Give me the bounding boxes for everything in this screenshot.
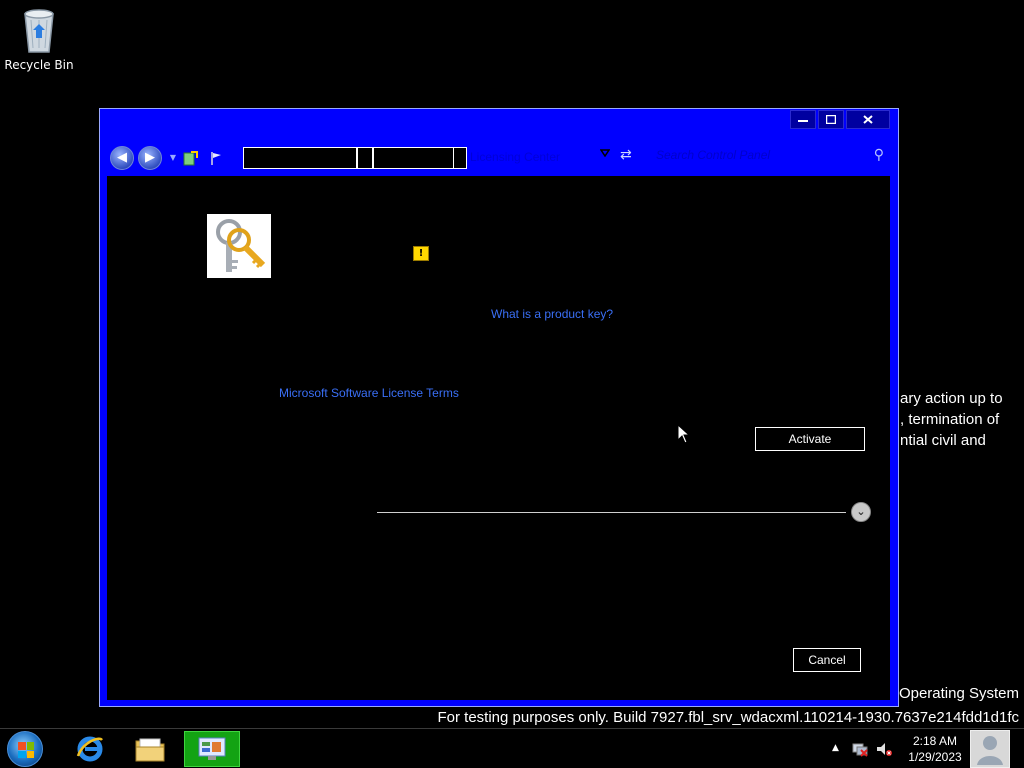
cancel-button[interactable]: Cancel (793, 648, 861, 672)
system-clock[interactable]: 2:18 AM 1/29/2023 (906, 733, 964, 765)
show-desktop-user-icon[interactable] (970, 730, 1010, 768)
taskbar-file-explorer[interactable] (122, 731, 178, 767)
background-legal-text: ary action up to , termination of ntial … (900, 388, 1024, 451)
close-button[interactable] (846, 110, 890, 129)
clock-date: 1/29/2023 (908, 750, 962, 764)
warning-icon: ! (413, 246, 429, 261)
navigation-bar: ◀ ▶ ▼ Licensing Center ⇄ Search Control … (110, 144, 890, 170)
activate-button[interactable]: Activate (755, 427, 865, 451)
forward-button[interactable]: ▶ (138, 146, 162, 170)
search-placeholder: Search Control Panel (656, 148, 771, 162)
legal-line: ntial civil and (900, 432, 986, 449)
control-panel-icon (198, 737, 226, 760)
minimize-button[interactable] (790, 110, 816, 129)
breadcrumb-segment[interactable] (243, 147, 357, 169)
recycle-bin-icon (19, 6, 59, 54)
maximize-button[interactable] (818, 110, 844, 129)
product-keys-icon (207, 214, 271, 278)
clock-time: 2:18 AM (912, 734, 958, 748)
watermark-build-text: For testing purposes only. Build 7927.fb… (437, 709, 1020, 726)
breadcrumb-separator[interactable] (357, 147, 373, 169)
section-divider (377, 512, 846, 513)
search-box[interactable]: Search Control Panel ⚲ (646, 145, 886, 167)
recycle-bin-label: Recycle Bin (4, 58, 74, 72)
taskbar: ▲ 2:18 AM 1/29/2023 (0, 728, 1024, 768)
breadcrumb-segment[interactable] (373, 147, 455, 169)
recycle-bin-shortcut[interactable]: Recycle Bin (4, 6, 74, 72)
license-terms-link[interactable]: Microsoft Software License Terms (279, 386, 459, 400)
windows-logo-icon (7, 731, 43, 767)
product-key-link[interactable]: What is a product key? (491, 307, 613, 321)
licensing-window: ◀ ▶ ▼ Licensing Center ⇄ Search Control … (99, 108, 899, 707)
recent-pages-dropdown[interactable]: ▼ (165, 150, 181, 166)
taskbar-internet-explorer[interactable] (62, 731, 118, 767)
start-button[interactable] (4, 731, 46, 767)
network-icon[interactable] (852, 741, 868, 760)
legal-line: ary action up to (900, 390, 1003, 407)
control-panel-icon[interactable] (182, 150, 198, 166)
breadcrumb-current[interactable]: Licensing Center (470, 150, 560, 164)
back-arrow-icon: ◀ (117, 150, 127, 165)
expand-chevron-icon[interactable]: ⌄ (851, 502, 871, 522)
breadcrumb-separator[interactable] (453, 147, 467, 169)
watermark-os-text: Operating System (898, 685, 1019, 702)
internet-explorer-icon (76, 736, 103, 762)
caption-buttons (790, 110, 890, 129)
back-button[interactable]: ◀ (110, 146, 134, 170)
address-dropdown-icon[interactable] (599, 149, 611, 160)
folder-icon (135, 738, 165, 762)
address-bar[interactable]: Licensing Center (243, 147, 616, 169)
legal-line: , termination of (900, 411, 1000, 428)
search-icon[interactable]: ⚲ (874, 147, 884, 163)
flag-icon[interactable] (208, 150, 224, 166)
refresh-icon[interactable]: ⇄ (620, 147, 632, 163)
forward-arrow-icon: ▶ (145, 150, 155, 165)
volume-muted-icon[interactable] (876, 741, 892, 760)
content-pane: ! What is a product key? Microsoft Softw… (107, 176, 890, 700)
show-hidden-icons-button[interactable]: ▲ (832, 743, 839, 753)
taskbar-control-panel[interactable] (184, 731, 240, 767)
